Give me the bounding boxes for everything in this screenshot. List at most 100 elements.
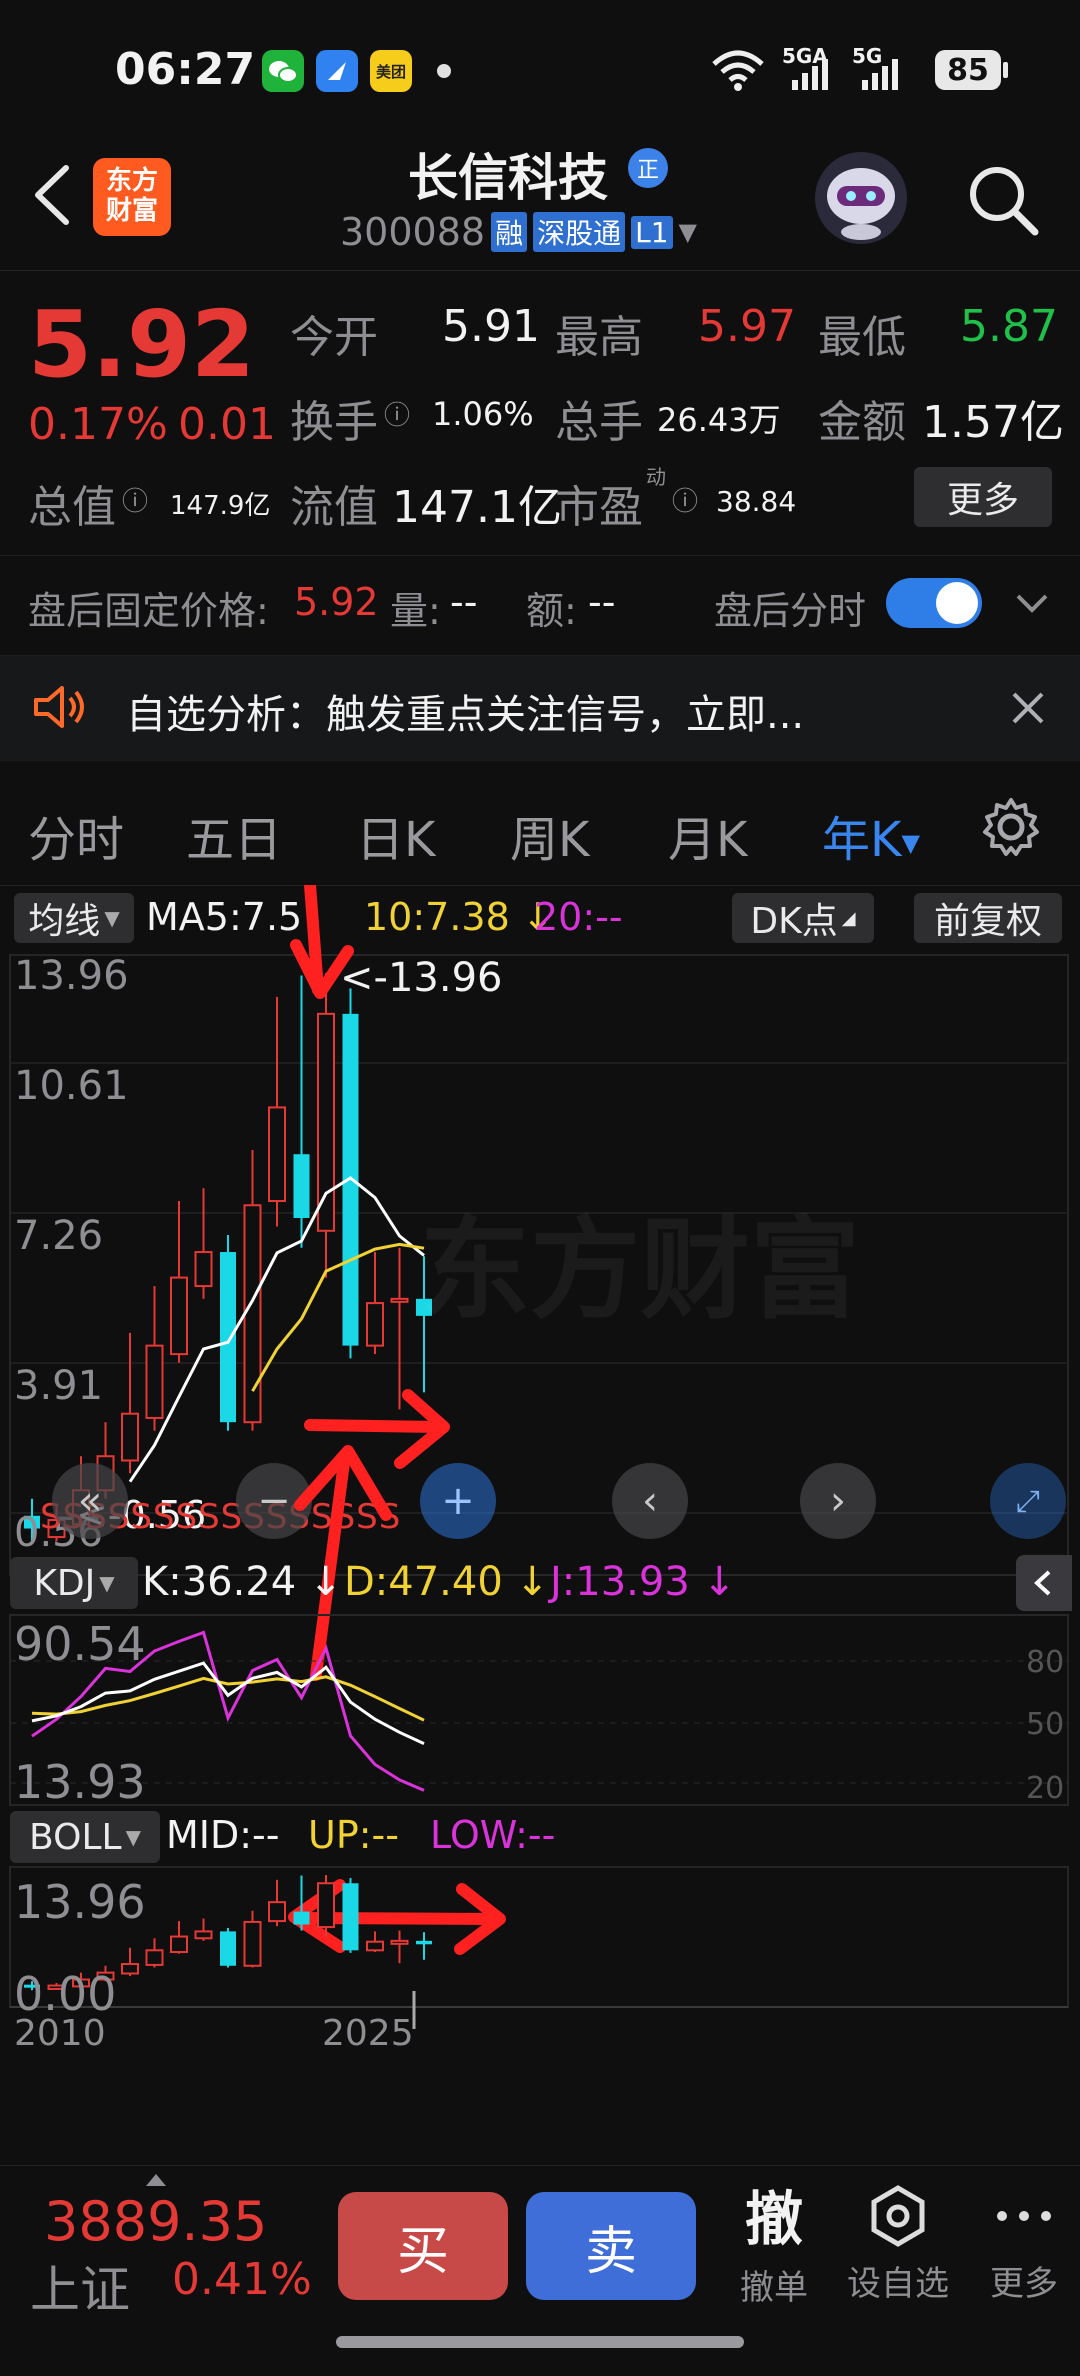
boll-mid-label: MID:-- [166, 1813, 280, 1857]
verified-badge: 正 [628, 148, 668, 188]
info-icon[interactable]: ⓘ [122, 481, 148, 518]
stock-code: 300088 [340, 210, 486, 254]
settings-gear-icon[interactable] [980, 796, 1042, 862]
volume-label: 总手 [555, 397, 643, 448]
boll-candle-body [366, 1940, 384, 1952]
low-value: 5.87 [960, 301, 1058, 352]
float-cap-label: 流值 [290, 482, 378, 533]
back-button[interactable] [22, 160, 82, 230]
buy-button[interactable]: 买 [338, 2192, 508, 2300]
boll-frame [9, 1866, 1069, 2008]
index-expand-icon[interactable] [146, 2174, 166, 2186]
change-percent: 0.17% [28, 399, 168, 450]
period-tabs: 分时 五日 日K 周K 月K 年K▼ [0, 760, 1080, 886]
boll-candle-body [145, 1949, 164, 1966]
search-icon[interactable] [965, 162, 1041, 238]
boll-candle-body [121, 1963, 139, 1975]
battery-icon: 85 [935, 50, 1001, 90]
pe-value: 38.84 [716, 485, 797, 518]
turnover-value: 1.06% [432, 395, 534, 433]
chevron-down-icon[interactable] [1012, 588, 1052, 622]
home-indicator[interactable] [336, 2336, 744, 2348]
browser-icon [316, 50, 358, 92]
last-price: 5.92 [28, 291, 255, 398]
stock-meta-row: 300088 融 深股通 L1 ▼ [340, 210, 697, 254]
close-icon[interactable] [1006, 686, 1050, 734]
more-menu-button[interactable]: 更多 [976, 2184, 1072, 2314]
tab-five-day[interactable]: 五日 [186, 800, 282, 870]
tab-yearly-k[interactable]: 年K▼ [822, 800, 920, 870]
info-icon[interactable]: ⓘ [384, 395, 410, 432]
meituan-icon: 美团 [370, 50, 412, 92]
cancel-order-icon: 撤 [744, 2185, 803, 2253]
float-cap-value: 147.1亿 [392, 482, 562, 533]
amount-label: 金额 [818, 397, 906, 448]
sell-button[interactable]: 卖 [526, 2192, 696, 2300]
cancel-order-button[interactable]: 撤 撤单 [726, 2172, 822, 2312]
boll-up-label: UP:-- [308, 1813, 399, 1857]
boll-candle-body [243, 1920, 262, 1967]
boll-y-top: 13.96 [14, 1875, 146, 1929]
chart-area[interactable]: 均线 ▼ MA5:7.5 10:7.38 ↓ 20:-- DK点 ◢ 前复权 东方财… [0, 885, 1080, 2165]
kdj-k-label: K:36.24 ↓ [142, 1559, 343, 1605]
kdj-chart [9, 1614, 1069, 1806]
turnover-label: 换手 [290, 397, 378, 448]
pe-label: 市盈 [555, 482, 643, 533]
tag-sz-connect: 深股通 [533, 212, 626, 252]
clock: 06:27 [115, 44, 256, 95]
high-value: 5.97 [698, 301, 796, 352]
stock-name: 长信科技 [408, 149, 608, 207]
amount-value: 1.57亿 [922, 397, 1064, 448]
signal-icon-2 [860, 56, 900, 96]
index-name: 上证 [30, 2261, 130, 2319]
kdj-ref-80-label: 80 [1026, 1645, 1065, 1680]
add-watchlist-button[interactable]: 设自选 [838, 2184, 958, 2314]
analysis-banner[interactable]: 自选分析：触发重点关注信号，立即... [0, 655, 1080, 761]
speaker-icon [30, 682, 90, 736]
pe-dynamic-sup: 动 [646, 465, 666, 489]
cancel-order-label: 撤单 [740, 2268, 808, 2308]
kdj-selector[interactable]: KDJ ▼ [10, 1557, 138, 1609]
after-hours-price: 5.92 [294, 580, 379, 624]
signal-icon-1 [790, 56, 830, 96]
after-hours-vol-value: -- [450, 580, 478, 624]
tab-daily-k[interactable]: 日K [356, 800, 435, 870]
boll-selector[interactable]: BOLL ▼ [10, 1811, 160, 1863]
market-cap-label: 总值 [28, 482, 116, 533]
market-cap-value: 147.9亿 [170, 491, 271, 521]
tab-intraday[interactable]: 分时 [28, 800, 124, 870]
x-axis-end: 2025 [322, 2013, 414, 2054]
stock-header: 东方 财富 长信科技 正 300088 融 深股通 L1 ▼ [0, 130, 1080, 270]
x-axis-start: 2010 [14, 2013, 106, 2054]
after-hours-amt-value: -- [588, 580, 616, 624]
more-button[interactable]: 更多 [914, 467, 1052, 527]
after-hours-toggle[interactable] [886, 578, 982, 628]
tab-weekly-k[interactable]: 周K [510, 800, 589, 870]
after-hours-label: 盘后固定价格: [28, 589, 269, 633]
after-hours-chart-label: 盘后分时 [714, 589, 867, 633]
kdj-y-bottom: 13.93 [14, 1755, 146, 1809]
banner-text: 自选分析：触发重点关注信号，立即... [126, 692, 805, 738]
status-bar: 06:27 美团 5GA 5G 85 [0, 0, 1080, 130]
kdj-ref-20-label: 20 [1026, 1771, 1065, 1806]
bottom-bar: 3889.35 上证 0.41% 买 卖 撤 撤单 设自选 更多 [0, 2165, 1080, 2322]
boll-candle-body [220, 1931, 236, 1966]
kdj-k-line [31, 1661, 425, 1745]
open-label: 今开 [290, 312, 378, 363]
more-dots-icon [997, 2211, 1051, 2221]
tab-monthly-k[interactable]: 月K [668, 800, 747, 870]
mascot-avatar[interactable] [815, 152, 907, 244]
boll-candle-body [170, 1935, 188, 1954]
expand-chevron-icon[interactable]: ▼ [679, 218, 697, 246]
boll-candle-body [390, 1939, 409, 1945]
index-value[interactable]: 3889.35 [44, 2190, 267, 2253]
info-icon[interactable]: ⓘ [672, 481, 698, 518]
after-hours-vol-label: 量: [390, 589, 441, 633]
tab-dropdown-icon: ▼ [901, 829, 920, 857]
boll-candle-body [317, 1882, 335, 1929]
boll-candle-body [293, 1911, 310, 1925]
tag-margin: 融 [491, 212, 528, 252]
collapse-panel-icon[interactable] [1016, 1555, 1072, 1611]
wechat-icon [262, 50, 304, 92]
after-hours-row: 盘后固定价格: 5.92 量: -- 额: -- 盘后分时 [0, 555, 1080, 656]
